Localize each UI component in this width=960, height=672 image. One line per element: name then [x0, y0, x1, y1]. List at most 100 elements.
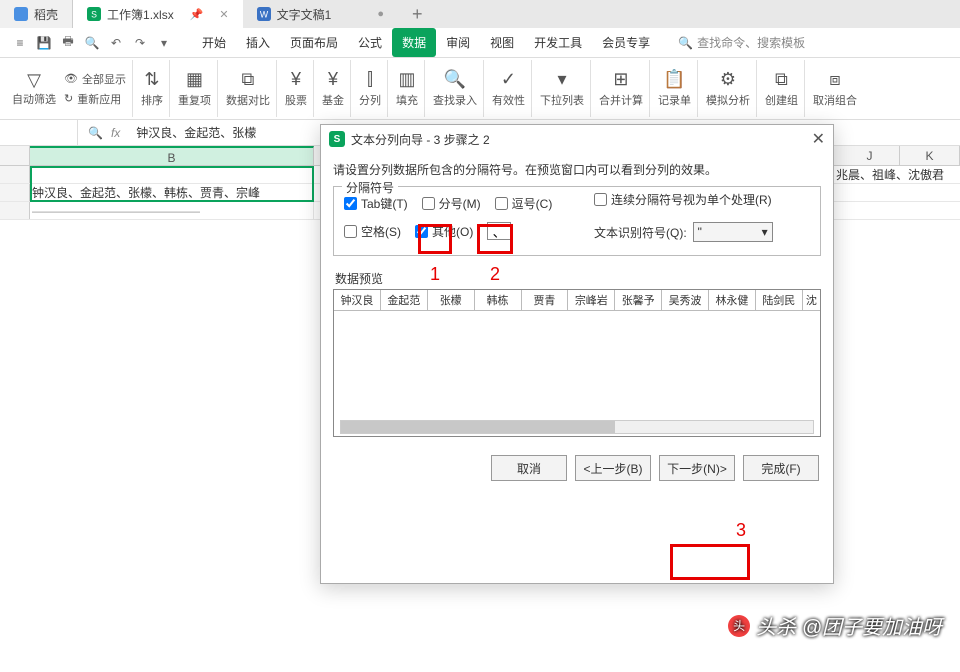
menu-vip[interactable]: 会员专享	[592, 28, 660, 57]
close-tab-icon[interactable]: ●	[377, 8, 384, 20]
consolidate-icon: ⊞	[613, 69, 628, 90]
checkbox-tab[interactable]: Tab键(T)	[344, 195, 408, 212]
ribbon-ungroup[interactable]: ⧈取消组合	[807, 60, 863, 117]
reapply-button[interactable]: ↻重新应用	[64, 91, 126, 107]
menu-review[interactable]: 审阅	[436, 28, 480, 57]
cell-b2[interactable]: 钟汉良、金起范、张檬、韩栋、贾青、宗峰	[30, 184, 314, 201]
cell[interactable]	[30, 166, 314, 183]
tab-home[interactable]: 稻壳	[0, 0, 73, 28]
watermark: 头 头杀 @团子要加油呀	[728, 611, 942, 640]
menu-insert[interactable]: 插入	[236, 28, 280, 57]
row-header[interactable]	[0, 184, 30, 201]
close-tab-icon[interactable]: ✕	[219, 8, 228, 21]
ribbon-lookup[interactable]: 🔍查找录入	[427, 60, 484, 117]
preview-col: 金起范	[381, 290, 428, 310]
select-all-corner[interactable]	[0, 146, 30, 165]
col-header-k[interactable]: K	[900, 146, 960, 165]
menu-icon[interactable]: ≡	[12, 35, 28, 51]
tab-doc1-label: 文字文稿1	[277, 6, 332, 23]
new-tab[interactable]: +	[398, 0, 437, 28]
fund-icon: ¥	[328, 69, 338, 90]
ribbon-fill[interactable]: ▥填充	[390, 60, 425, 117]
ribbon-duplicates[interactable]: ▦重复项	[172, 60, 218, 117]
ribbon-stock[interactable]: ¥股票	[279, 60, 314, 117]
pin-icon[interactable]: 📌	[190, 8, 204, 21]
name-box[interactable]	[0, 120, 78, 145]
fx-icon[interactable]: fx	[111, 126, 120, 140]
ribbon-simulate[interactable]: ⚙模拟分析	[700, 60, 757, 117]
undo-icon[interactable]: ↶	[108, 35, 124, 51]
lookup-icon: 🔍	[444, 69, 466, 90]
preview-col: 张檬	[428, 290, 475, 310]
menu-devtools[interactable]: 开发工具	[524, 28, 592, 57]
checkbox-space[interactable]: 空格(S)	[344, 223, 401, 240]
autofilter-label[interactable]: 自动筛选	[12, 91, 56, 107]
word-icon: W	[257, 7, 271, 21]
menu-view[interactable]: 视图	[480, 28, 524, 57]
group-icon: ⧉	[775, 69, 788, 90]
other-delimiter-input[interactable]	[487, 222, 511, 240]
finish-button[interactable]: 完成(F)	[743, 455, 819, 481]
quick-access-toolbar: ≡ 💾 🖶 🔍 ↶ ↷ ▾	[2, 35, 182, 51]
print-icon[interactable]: 🖶	[60, 35, 76, 51]
ribbon-record[interactable]: 📋记录单	[652, 60, 698, 117]
watermark-text: 头杀 @团子要加油呀	[756, 611, 942, 640]
tab-doc1[interactable]: W 文字文稿1 ●	[243, 0, 398, 28]
svg-text:W: W	[259, 10, 268, 20]
next-button[interactable]: 下一步(N)>	[659, 455, 735, 481]
filter-icon[interactable]: ▽	[27, 70, 41, 91]
preview-icon[interactable]: 🔍	[84, 35, 100, 51]
showall-button[interactable]: 👁全部显示	[64, 71, 126, 87]
preview-label: 数据预览	[335, 270, 821, 287]
preview-table: 钟汉良 金起范 张檬 韩栋 贾青 宗峰岩 张馨予 吴秀波 林永健 陆剑民 沈	[334, 290, 820, 311]
back-button[interactable]: <上一步(B)	[575, 455, 651, 481]
preview-col: 陆剑民	[756, 290, 803, 310]
ribbon-group[interactable]: ⧉创建组	[759, 60, 805, 117]
scrollbar-thumb[interactable]	[341, 421, 615, 433]
menu-pagelayout[interactable]: 页面布局	[280, 28, 348, 57]
dialog-close-icon[interactable]: ✕	[812, 129, 825, 149]
checkbox-consecutive[interactable]: 连续分隔符号视为单个处理(R)	[594, 191, 772, 208]
command-search[interactable]: 🔍 查找命令、搜索模板	[678, 34, 805, 51]
checkbox-semicolon[interactable]: 分号(M)	[422, 195, 481, 212]
compare-icon: ⧉	[242, 69, 255, 90]
fx-search-icon[interactable]: 🔍	[88, 126, 103, 140]
ribbon-sort[interactable]: ⇅排序	[135, 60, 170, 117]
preview-col: 林永健	[709, 290, 756, 310]
checkbox-other[interactable]: 其他(O)	[415, 223, 473, 240]
row-header[interactable]	[0, 166, 30, 183]
validation-icon: ✓	[501, 69, 516, 90]
ribbon-consolidate[interactable]: ⊞合并计算	[593, 60, 650, 117]
ribbon-fund[interactable]: ¥基金	[316, 60, 351, 117]
ribbon-compare[interactable]: ⧉数据对比	[220, 60, 277, 117]
redo-icon[interactable]: ↷	[132, 35, 148, 51]
cancel-button[interactable]: 取消	[491, 455, 567, 481]
ribbon-validation[interactable]: ✓有效性	[486, 60, 532, 117]
menu-start[interactable]: 开始	[192, 28, 236, 57]
preview-col: 吴秀波	[662, 290, 709, 310]
ribbon-droplist[interactable]: ▾下拉列表	[534, 60, 591, 117]
text-qualifier-combo[interactable]: "▾	[693, 222, 773, 242]
save-icon[interactable]: 💾	[36, 35, 52, 51]
cell[interactable]: ——————————————	[30, 202, 314, 219]
preview-col: 宗峰岩	[568, 290, 615, 310]
preview-col: 贾青	[522, 290, 569, 310]
ribbon-data: ▽ 自动筛选 👁全部显示 ↻重新应用 ⇅排序 ▦重复项 ⧉数据对比 ¥股票 ¥基…	[0, 58, 960, 120]
row-header[interactable]	[0, 202, 30, 219]
menu-data[interactable]: 数据	[392, 28, 436, 57]
col-header-b[interactable]: B	[30, 146, 314, 165]
preview-box: 钟汉良 金起范 张檬 韩栋 贾青 宗峰岩 张馨予 吴秀波 林永健 陆剑民 沈	[333, 289, 821, 437]
preview-hscrollbar[interactable]	[340, 420, 814, 434]
tab-workbook1-label: 工作簿1.xlsx	[107, 6, 174, 23]
col-header-j[interactable]: J	[840, 146, 900, 165]
menu-formula[interactable]: 公式	[348, 28, 392, 57]
preview-col: 韩栋	[475, 290, 522, 310]
ribbon-textcol[interactable]: ⫿分列	[353, 60, 388, 117]
search-icon: 🔍	[678, 36, 693, 50]
checkbox-comma[interactable]: 逗号(C)	[495, 195, 553, 212]
chevron-down-icon: ▾	[762, 225, 768, 239]
search-placeholder: 查找命令、搜索模板	[697, 34, 805, 51]
qat-dropdown-icon[interactable]: ▾	[156, 35, 172, 51]
plus-icon: +	[412, 4, 423, 25]
tab-workbook1[interactable]: S 工作簿1.xlsx 📌 ✕	[73, 0, 243, 28]
